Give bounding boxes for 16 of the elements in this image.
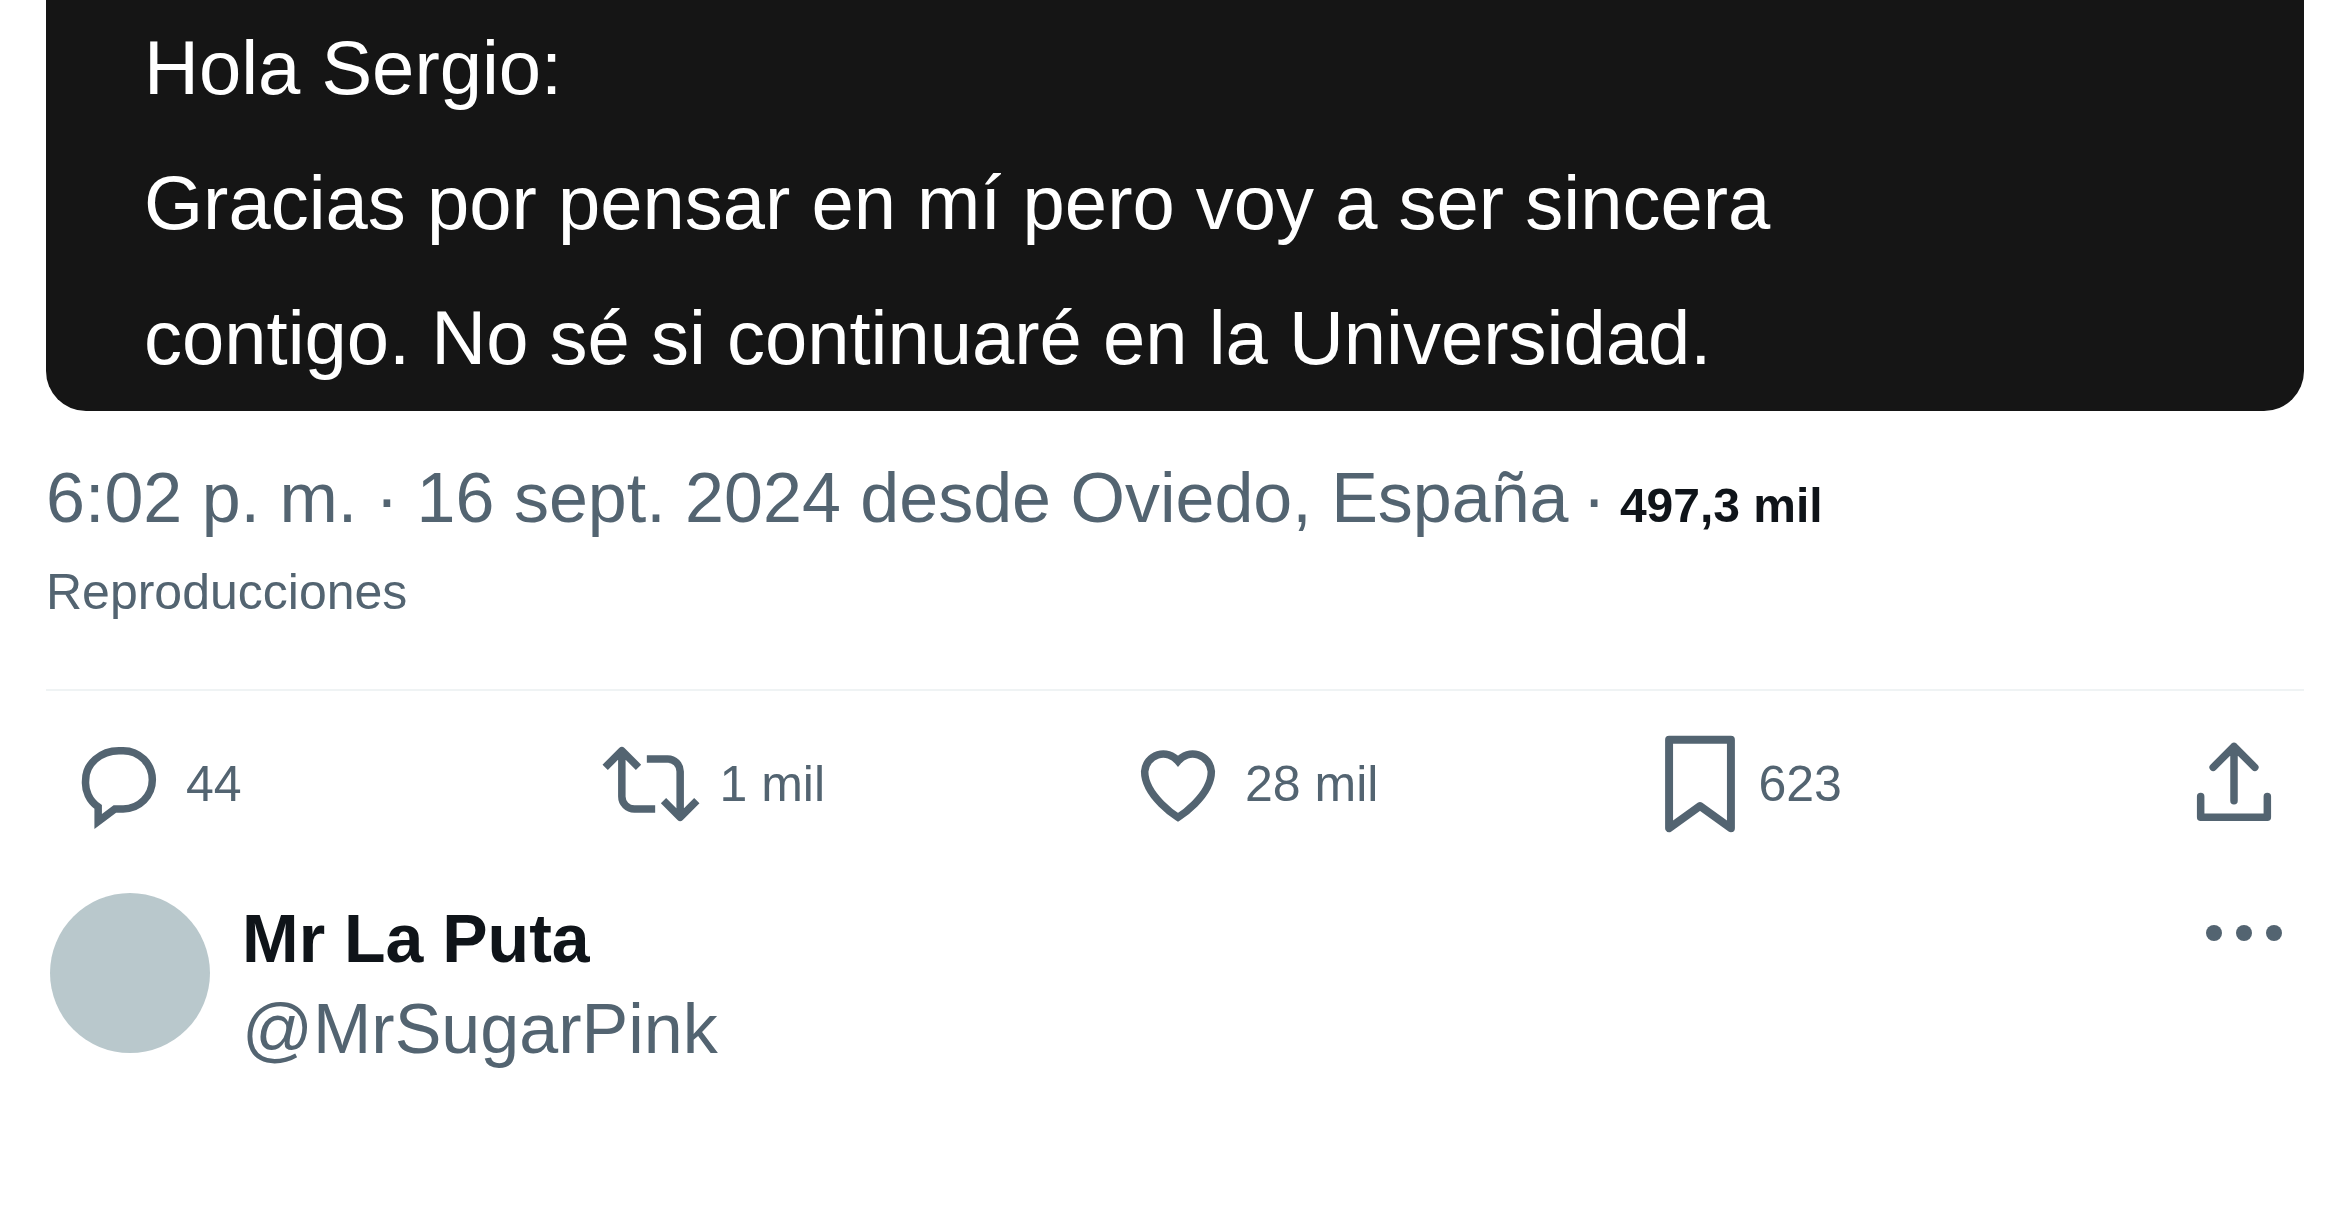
reply-button[interactable]: 44 <box>66 734 586 834</box>
views-count: 497,3 mil <box>1619 478 1823 534</box>
image-text-line: Hola Sergio: <box>144 24 563 112</box>
separator-dot: · <box>375 458 399 539</box>
like-button[interactable]: 28 mil <box>1125 734 1645 834</box>
image-text-line: Gracias por pensar en mí pero voy a ser sincera <box>144 159 1771 247</box>
tweet-time[interactable]: 6:02 p. m. <box>46 453 358 543</box>
repost-button[interactable]: 1 mil <box>595 734 1116 834</box>
separator-dot: · <box>1582 458 1606 539</box>
bookmark-button[interactable]: 623 <box>1654 731 2175 837</box>
tweet-date-location: 16 sept. 2024 desde Oviedo, España <box>416 458 1569 539</box>
image-text-line: contigo. No sé si continuaré en la Universidad. <box>144 294 1712 382</box>
more-options-icon[interactable] <box>2204 923 2284 943</box>
user-handle[interactable]: @MrSugarPink <box>242 983 718 1075</box>
views-label: Reproducciones <box>46 563 408 622</box>
user-name[interactable]: Mr La Puta <box>242 893 590 983</box>
